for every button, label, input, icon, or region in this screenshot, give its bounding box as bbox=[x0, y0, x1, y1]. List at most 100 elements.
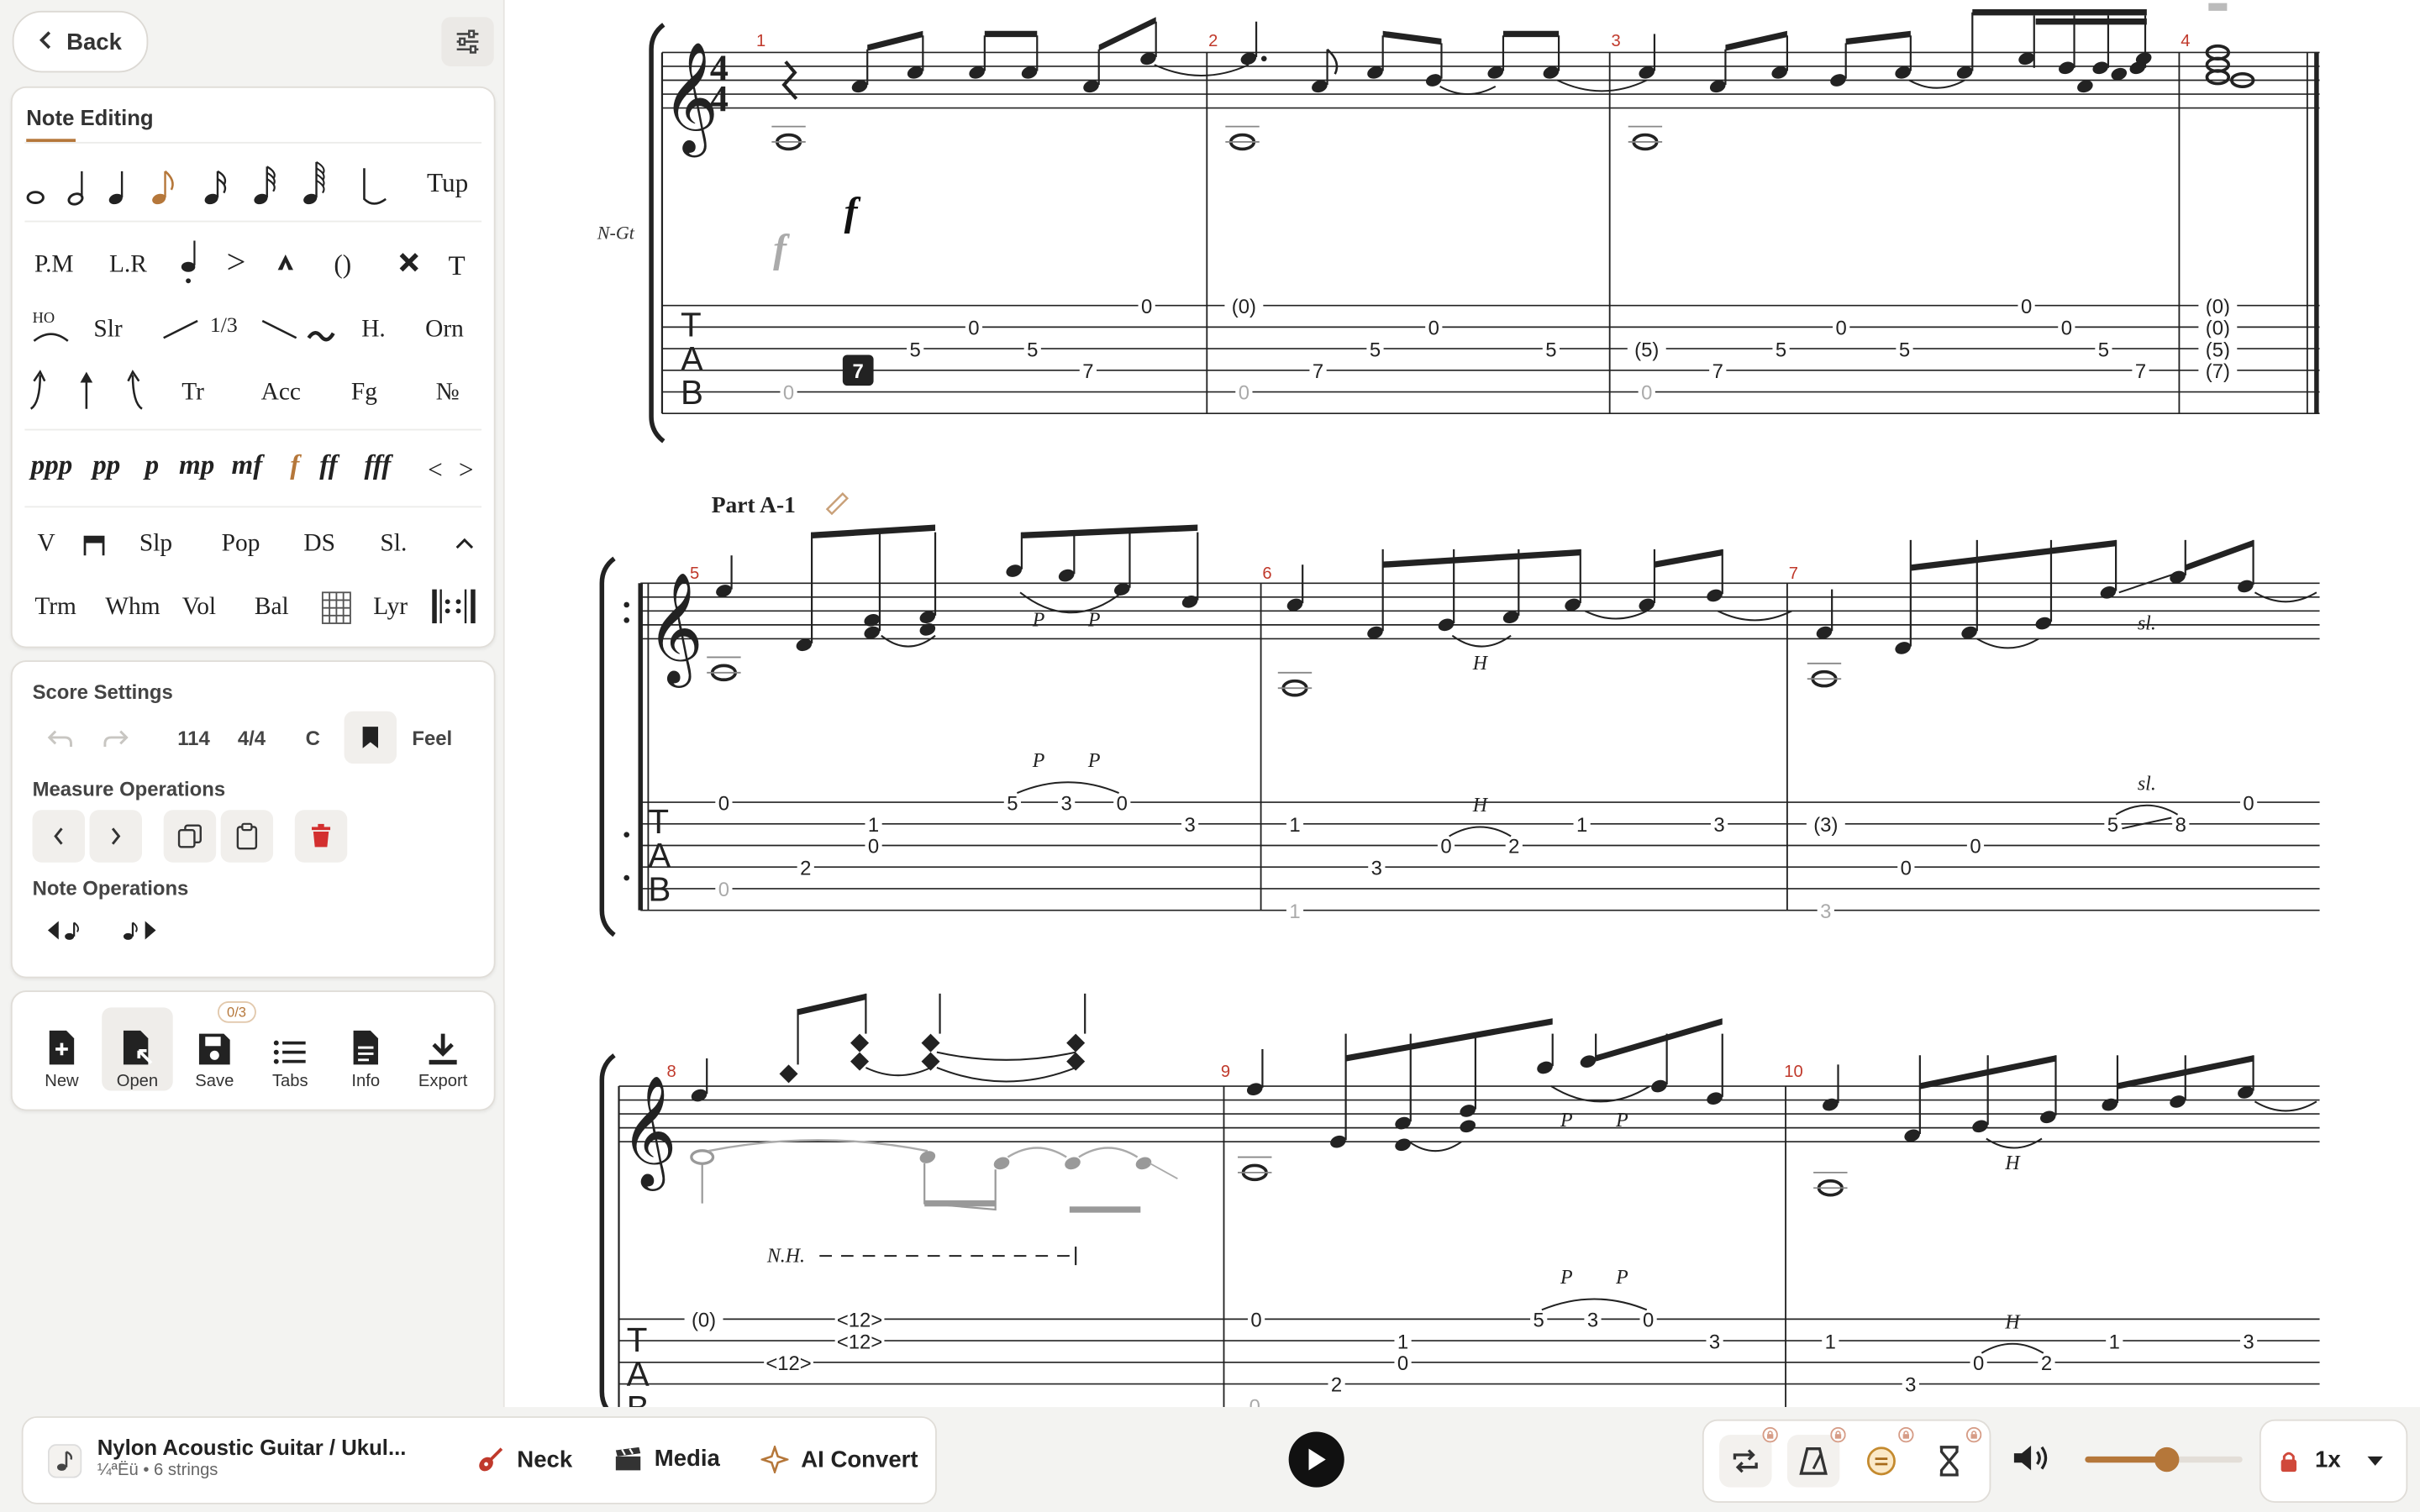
prev-measure-button[interactable] bbox=[32, 810, 86, 863]
ornament-tool[interactable]: Orn bbox=[417, 313, 472, 347]
whole-note-icon[interactable] bbox=[26, 191, 45, 204]
settings-sliders-button[interactable] bbox=[441, 17, 494, 66]
lyrics-tool[interactable]: Lyr bbox=[367, 591, 413, 624]
dynamic-pp-tool[interactable]: pp bbox=[92, 449, 120, 481]
export-button[interactable]: Export bbox=[408, 1007, 478, 1091]
paste-measure-button[interactable] bbox=[220, 810, 274, 863]
tabs-button[interactable]: Tabs bbox=[255, 1007, 325, 1091]
hammer-on-tool[interactable]: HO bbox=[31, 310, 71, 350]
sixteenth-note-icon[interactable] bbox=[203, 170, 227, 206]
slur-tool[interactable]: Slr bbox=[82, 313, 134, 347]
fingering-tool[interactable]: Fg bbox=[343, 376, 386, 410]
copy-icon bbox=[177, 824, 202, 848]
timer-button[interactable] bbox=[1923, 1435, 1975, 1487]
technique-mark: H bbox=[2004, 1152, 2021, 1174]
notehead bbox=[1972, 1120, 1988, 1133]
volume-thumb[interactable] bbox=[2154, 1446, 2180, 1473]
dynamic-fff-tool[interactable]: fff bbox=[364, 449, 391, 481]
quarter-note-icon[interactable] bbox=[108, 171, 124, 206]
volume-icon[interactable] bbox=[2011, 1441, 2051, 1474]
volume-slider[interactable] bbox=[2085, 1446, 2243, 1473]
downbow-icon[interactable] bbox=[83, 535, 105, 557]
redo-icon[interactable] bbox=[102, 728, 129, 750]
delete-measure-button[interactable] bbox=[294, 810, 348, 863]
shift-note-left-icon[interactable] bbox=[46, 918, 83, 942]
ghost-note-tool[interactable]: () bbox=[324, 249, 361, 282]
metronome-button[interactable] bbox=[1786, 1435, 1840, 1488]
dynamic-ppp-tool[interactable]: ppp bbox=[31, 449, 73, 481]
staccato-icon[interactable] bbox=[179, 236, 201, 288]
media-button[interactable]: Media bbox=[614, 1446, 720, 1472]
slide-down-icon[interactable] bbox=[260, 317, 300, 341]
bend-icon[interactable] bbox=[24, 369, 52, 412]
harmonic-tool[interactable]: H. bbox=[352, 313, 395, 347]
prebend-icon[interactable] bbox=[124, 369, 151, 412]
trill-tool[interactable]: Tr bbox=[171, 376, 214, 410]
dynamic-p-tool[interactable]: p bbox=[145, 449, 160, 481]
feel-button[interactable]: Feel bbox=[412, 727, 452, 750]
volume-tool[interactable]: Vol bbox=[176, 591, 222, 624]
half-note-icon[interactable] bbox=[67, 171, 84, 206]
bend-fraction-tool[interactable]: 1/3 bbox=[203, 310, 244, 344]
dynamic-ff-tool[interactable]: ff bbox=[319, 449, 337, 481]
copy-measure-button[interactable] bbox=[163, 810, 217, 863]
score-canvas[interactable]: 𝄞44TABN-Gtff12340750570(0)07505(5)075050… bbox=[502, 0, 2420, 1408]
score-notation[interactable]: 𝄞44TABN-Gtff12340750570(0)07505(5)075050… bbox=[505, 0, 2420, 1408]
info-button[interactable]: Info bbox=[330, 1007, 401, 1091]
undo-icon[interactable] bbox=[46, 728, 74, 750]
tuplet-tool[interactable]: Tup bbox=[420, 166, 476, 200]
upbow-tool[interactable]: V bbox=[28, 528, 65, 561]
back-button[interactable]: Back bbox=[12, 10, 149, 73]
dead-note-icon[interactable] bbox=[398, 251, 420, 273]
slide-tool[interactable]: Sl. bbox=[371, 528, 417, 561]
slap-tool[interactable]: Slp bbox=[129, 528, 182, 561]
accidental-tool[interactable]: Acc bbox=[253, 376, 308, 410]
tab-fret-number: 3 bbox=[1184, 814, 1195, 837]
vibrato-icon[interactable] bbox=[306, 328, 337, 344]
palm-mute-tool[interactable]: P.M bbox=[28, 249, 80, 282]
instrument-name[interactable]: Nylon Acoustic Guitar / Ukul... bbox=[97, 1435, 407, 1459]
dal-segno-tool[interactable]: DS bbox=[297, 528, 343, 561]
repeat-bars-icon[interactable] bbox=[429, 588, 479, 625]
ai-convert-button[interactable]: AI Convert bbox=[760, 1445, 918, 1474]
thirtysecond-note-icon[interactable] bbox=[253, 165, 276, 206]
treble-clef: 𝄞 bbox=[620, 1074, 676, 1191]
tremolo-tool[interactable]: Trm bbox=[28, 591, 83, 624]
eighth-note-icon[interactable] bbox=[150, 170, 174, 206]
play-button[interactable] bbox=[1288, 1431, 1344, 1488]
new-file-button[interactable]: New bbox=[26, 1007, 97, 1091]
whammy-tool[interactable]: Whm bbox=[102, 591, 163, 624]
numero-tool[interactable]: № bbox=[426, 376, 469, 410]
accent-tool[interactable]: > bbox=[218, 244, 255, 279]
upstroke-icon[interactable] bbox=[74, 369, 98, 412]
balance-tool[interactable]: Bal bbox=[247, 591, 297, 624]
key-value[interactable]: C bbox=[306, 727, 320, 750]
dynamic-mf-tool[interactable]: mf bbox=[232, 449, 263, 481]
shift-note-right-icon[interactable] bbox=[120, 918, 157, 942]
crescendo-tool[interactable]: < bbox=[423, 454, 447, 487]
dynamic-f-tool[interactable]: f bbox=[290, 449, 299, 481]
neck-button[interactable]: Neck bbox=[477, 1446, 572, 1473]
chord-grid-icon[interactable] bbox=[321, 591, 352, 624]
bookmark-button[interactable] bbox=[344, 711, 397, 764]
next-measure-button[interactable] bbox=[89, 810, 142, 863]
pop-tool[interactable]: Pop bbox=[213, 528, 268, 561]
collapse-icon[interactable] bbox=[454, 535, 476, 550]
score-settings-panel: Score Settings 114 4/4 C Feel Measure Op… bbox=[10, 660, 496, 979]
decrescendo-tool[interactable]: > bbox=[454, 454, 478, 487]
tempo-value[interactable]: 114 bbox=[177, 727, 210, 750]
sixtyfourth-note-icon[interactable] bbox=[302, 160, 325, 206]
open-file-button[interactable]: Open bbox=[102, 1007, 173, 1091]
dot bbox=[1260, 55, 1267, 62]
let-ring-tool[interactable]: L.R bbox=[102, 249, 154, 282]
marcato-icon[interactable] bbox=[275, 251, 297, 273]
technique-mark: H bbox=[1472, 653, 1489, 675]
dynamic-mp-tool[interactable]: mp bbox=[179, 449, 214, 481]
tie-icon[interactable] bbox=[363, 168, 387, 205]
slide-line-icon[interactable] bbox=[160, 317, 201, 341]
loop-button[interactable] bbox=[1719, 1435, 1772, 1488]
count-in-button[interactable] bbox=[1855, 1435, 1907, 1487]
tapping-tool[interactable]: T bbox=[439, 249, 476, 282]
time-signature-value[interactable]: 4/4 bbox=[238, 727, 266, 750]
speed-control[interactable]: 1x bbox=[2259, 1419, 2408, 1503]
